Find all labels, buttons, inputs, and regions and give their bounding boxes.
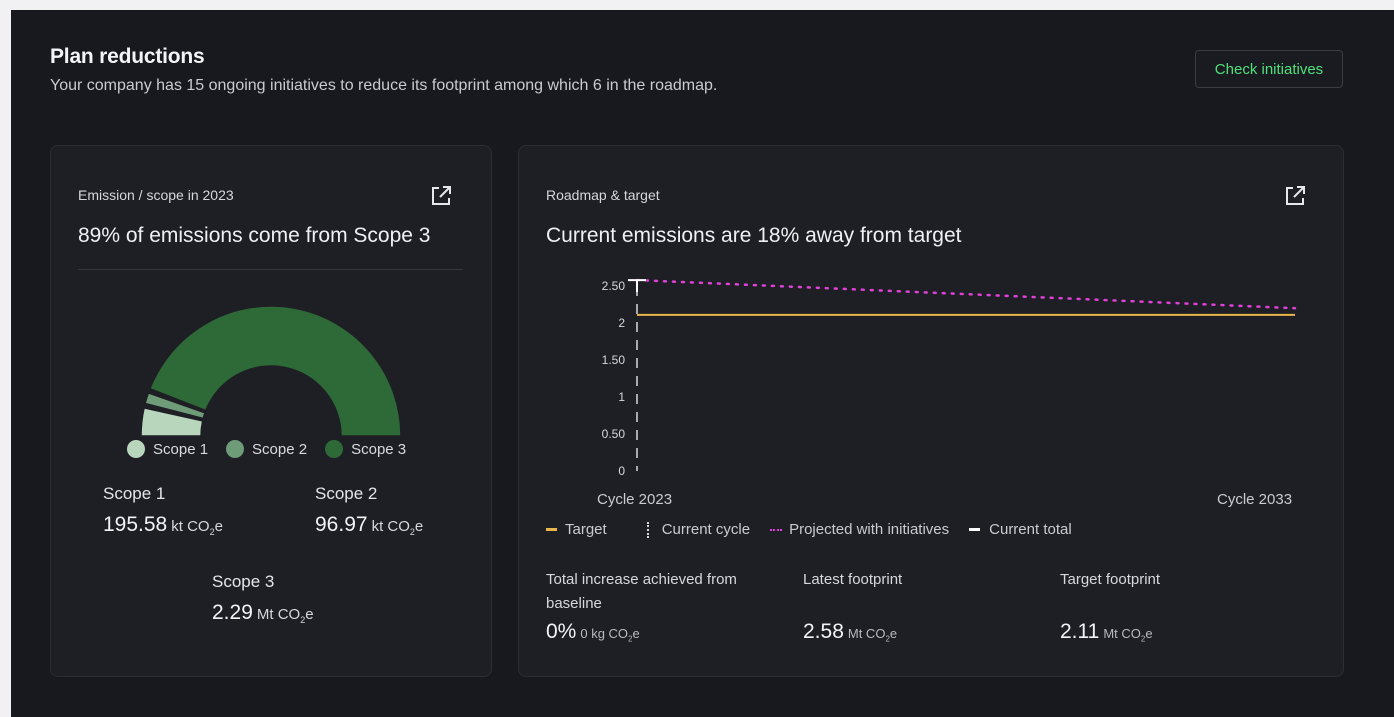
latest-footprint-label: Latest footprint (803, 571, 903, 588)
legend-scope-1: Scope 1 (127, 440, 208, 458)
y-tick-label: 2.50 (602, 279, 626, 293)
scope-3-label: Scope 3 (212, 572, 275, 591)
y-tick-label: 0.50 (602, 427, 626, 441)
legend-dot (325, 440, 344, 458)
x-label-start: Cycle 2023 (597, 491, 673, 508)
page-title: Plan reductions (50, 45, 205, 68)
plan-reductions-panel: Plan reductions Your company has 15 ongo… (11, 10, 1394, 717)
scope-legend: Scope 1 Scope 2 Scope 3 (127, 440, 424, 458)
target-footprint-value: 2.11 Mt CO2e (1060, 620, 1153, 644)
current-total-swatch (969, 528, 981, 531)
page-subtitle: Your company has 15 ongoing initiatives … (50, 77, 718, 94)
legend-projected: Projected with initiatives (770, 521, 949, 538)
external-link-icon[interactable] (429, 184, 453, 208)
projected-line (635, 278, 1297, 310)
x-label-end: Cycle 2033 (1217, 491, 1293, 508)
legend-target: Target (546, 521, 607, 538)
card-headline: 89% of emissions come from Scope 3 (78, 224, 431, 247)
legend-dot (226, 440, 245, 458)
card-label: Emission / scope in 2023 (78, 187, 234, 203)
scope-2-value: 96.97 kt CO2e (315, 513, 424, 537)
scope-3-value: 2.29 Mt CO2e (212, 601, 314, 625)
roadmap-line-chart: 0 0.50 1 1.50 2 2.50 (602, 278, 1297, 478)
roadmap-target-card: Roadmap & target Current emissions are 1… (518, 145, 1344, 677)
scope-1-label: Scope 1 (103, 484, 166, 503)
scope-2-label: Scope 2 (315, 484, 378, 503)
check-initiatives-button[interactable]: Check initiatives (1195, 50, 1343, 88)
legend-current-cycle: Current cycle (646, 521, 750, 538)
y-tick-label: 0 (618, 464, 625, 478)
target-footprint-label: Target footprint (1060, 571, 1161, 588)
y-tick-label: 2 (618, 316, 625, 330)
current-cycle-swatch (646, 521, 652, 538)
increase-label: Total increase achieved from baseline (546, 571, 737, 612)
divider (78, 269, 463, 270)
legend-dot (127, 440, 145, 458)
projected-swatch (770, 528, 783, 531)
legend-scope-2: Scope 2 (226, 440, 307, 458)
y-tick-label: 1.50 (602, 353, 626, 367)
roadmap-legend: Target Current cycle Projected with init… (546, 521, 1092, 538)
legend-current-total: Current total (969, 521, 1072, 538)
increase-value: 0% 0 kg CO2e (546, 620, 640, 644)
y-tick-label: 1 (618, 390, 625, 404)
latest-footprint-value: 2.58 Mt CO2e (803, 620, 898, 644)
scope-donut-chart (140, 305, 402, 437)
scope-1-value: 195.58 kt CO2e (103, 513, 223, 537)
legend-scope-3: Scope 3 (325, 440, 406, 458)
emission-scope-card: Emission / scope in 2023 89% of emission… (50, 145, 492, 677)
donut-slice-scope-3[interactable] (149, 305, 402, 437)
target-swatch (546, 528, 557, 531)
